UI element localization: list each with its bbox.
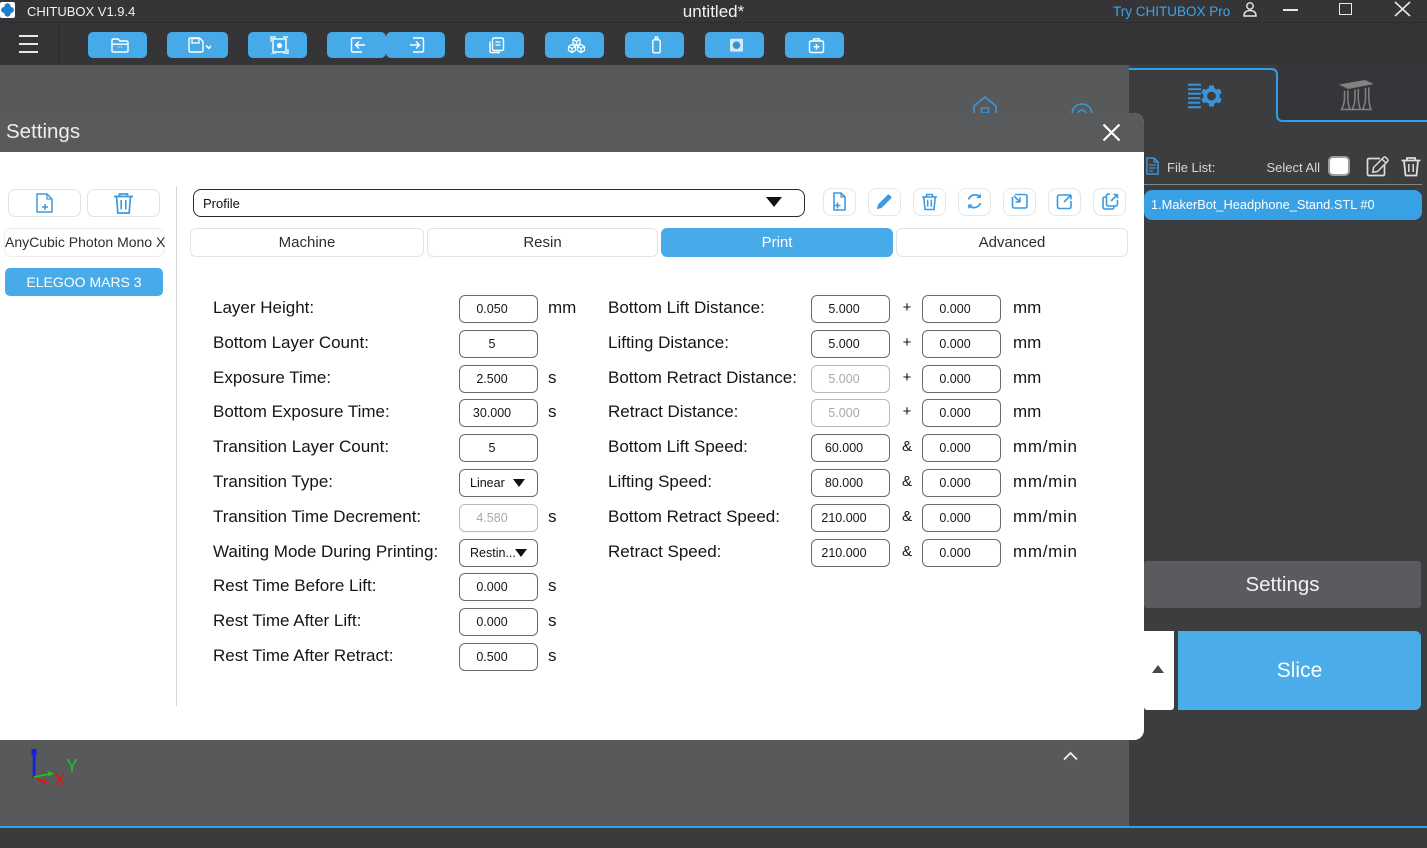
svg-text:X: X	[54, 770, 66, 790]
svg-text:Y: Y	[66, 756, 78, 776]
